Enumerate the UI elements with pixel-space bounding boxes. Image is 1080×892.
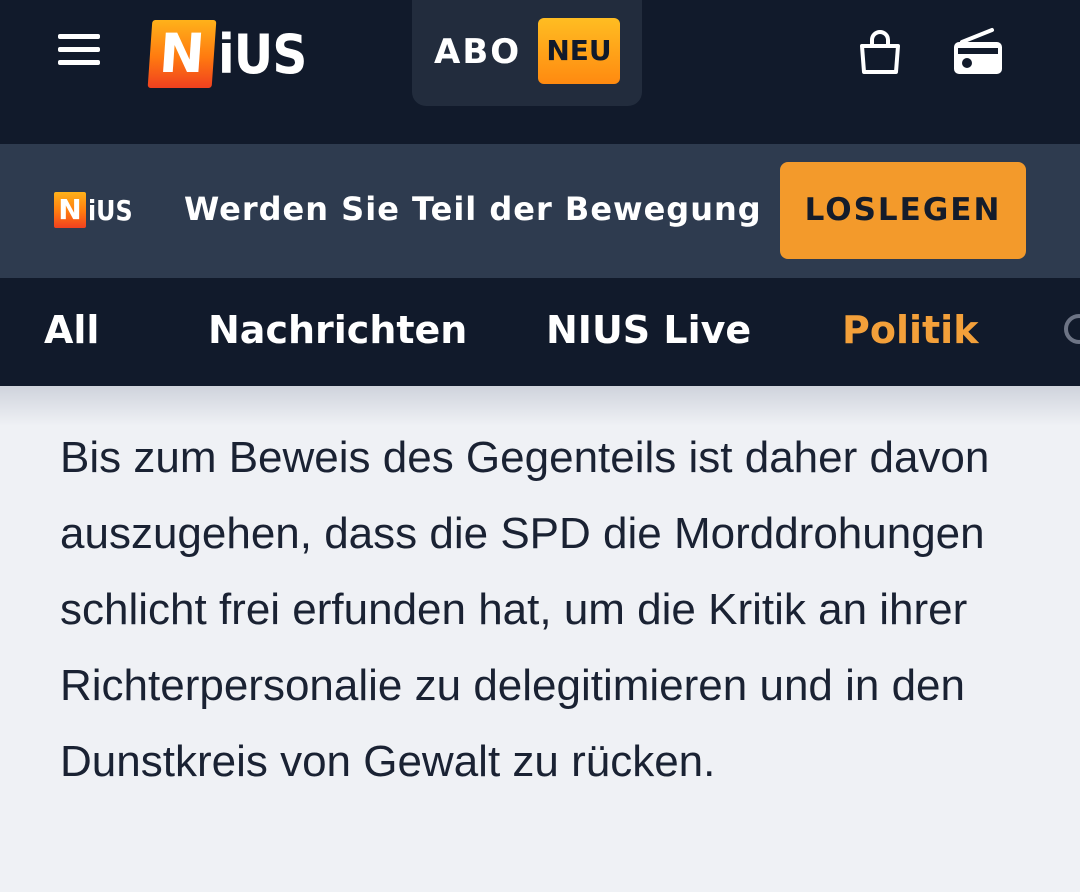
neu-badge: NEU <box>538 18 620 84</box>
article-paragraph: Bis zum Beweis des Gegenteils ist daher … <box>60 433 990 786</box>
article-content: Bis zum Beweis des Gegenteils ist daher … <box>0 386 1080 892</box>
hamburger-menu-icon[interactable] <box>58 34 102 70</box>
shopping-bag-icon[interactable] <box>856 28 904 76</box>
promo-logo-wordmark: iUS <box>88 193 133 227</box>
logo-wordmark: iUS <box>218 22 307 86</box>
tab-nachrichten[interactable]: Nachrichten <box>208 308 467 352</box>
top-header: N iUS ABO NEU <box>0 0 1080 144</box>
loslegen-button[interactable]: LOSLEGEN <box>780 162 1026 259</box>
abo-label: ABO <box>434 32 522 72</box>
promo-banner: N iUS Werden Sie Teil der Bewegung LOSLE… <box>0 144 1080 278</box>
nius-logo[interactable]: N iUS <box>147 20 316 88</box>
category-nav: All Nachrichten NIUS Live Politik <box>0 278 1080 386</box>
tab-politik[interactable]: Politik <box>842 308 978 352</box>
tab-nius-live[interactable]: NIUS Live <box>546 308 751 352</box>
promo-logo-n-mark: N <box>54 192 86 228</box>
logo-n-mark: N <box>147 20 217 88</box>
next-tab-partial[interactable] <box>1064 314 1080 344</box>
promo-text: Werden Sie Teil der Bewegung <box>184 190 762 228</box>
promo-logo: N iUS <box>54 192 141 228</box>
abo-button[interactable]: ABO NEU <box>412 0 642 106</box>
tab-all[interactable]: All <box>44 308 99 352</box>
radio-icon[interactable] <box>952 26 1004 78</box>
